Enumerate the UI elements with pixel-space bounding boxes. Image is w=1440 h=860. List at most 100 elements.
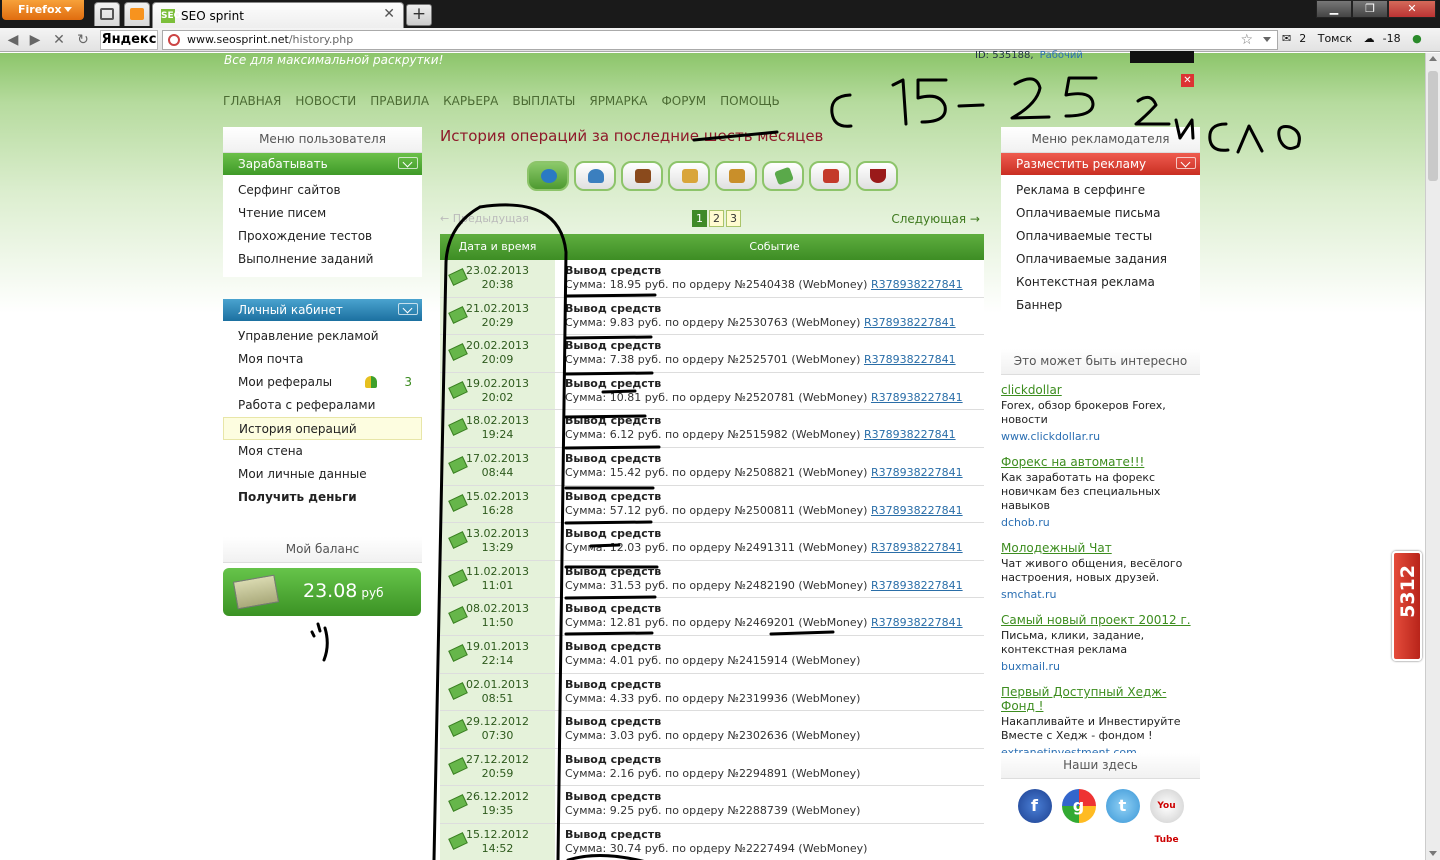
nav-payouts[interactable]: ВЫПЛАТЫ (512, 94, 575, 108)
facebook-icon[interactable]: f (1017, 789, 1052, 823)
page-3[interactable]: 3 (726, 210, 741, 227)
nav-help[interactable]: ПОМОЩЬ (720, 94, 780, 108)
ad-title[interactable]: Форекс на автомате!!! (1001, 455, 1200, 469)
maximize-icon[interactable]: ❐ (1352, 0, 1388, 18)
row-wallet-link[interactable]: R378938227841 (871, 616, 963, 629)
side-counter-widget[interactable]: 5312 (1392, 551, 1422, 661)
ad-url[interactable]: smchat.ru (1001, 588, 1200, 601)
row-wallet-link[interactable]: R378938227841 (871, 391, 963, 404)
menu-item-personal-data[interactable]: Мои личные данные (223, 463, 422, 486)
menu-item-get-money[interactable]: Получить деньги (223, 486, 422, 509)
twitter-icon[interactable]: t (1105, 789, 1140, 823)
next-page-link[interactable]: Следующая → (891, 212, 980, 226)
ad-title[interactable]: Самый новый проект 20012 г. (1001, 613, 1200, 627)
pinned-tab-mail[interactable] (94, 2, 120, 26)
ad-title[interactable]: Первый Доступный Хедж-Фонд ! (1001, 685, 1200, 713)
ad-url[interactable]: buxmail.ru (1001, 660, 1200, 673)
row-wallet-link[interactable]: R378938227841 (871, 541, 963, 554)
pinned-tab-odnoklassniki[interactable] (124, 2, 150, 26)
reload-icon[interactable]: ↻ (74, 31, 92, 49)
menu-item-tasks[interactable]: Выполнение заданий (223, 248, 422, 271)
filter-all[interactable] (527, 161, 569, 191)
minimize-icon[interactable]: ▁ (1316, 0, 1352, 18)
firefox-menu-button[interactable]: Firefox (2, 0, 84, 20)
collapse-icon[interactable] (1176, 157, 1196, 169)
scroll-up-icon[interactable] (1429, 56, 1437, 61)
new-tab-button[interactable]: + (406, 4, 432, 26)
close-window-icon[interactable]: ✕ (1388, 0, 1436, 18)
nav-career[interactable]: КАРЬЕРА (443, 94, 498, 108)
place-ad-header[interactable]: Разместить рекламу (1001, 153, 1200, 175)
row-date: 02.01.2013 (466, 677, 529, 691)
row-wallet-link[interactable]: R378938227841 (864, 353, 956, 366)
page-2[interactable]: 2 (709, 210, 724, 227)
row-datetime: 11.02.2013 11:01 (440, 560, 555, 598)
yandex-search-button[interactable]: Яндекс (100, 30, 158, 50)
row-wallet-link[interactable]: R378938227841 (871, 278, 963, 291)
ad-url[interactable]: dchob.ru (1001, 516, 1200, 529)
nav-home[interactable]: ГЛАВНАЯ (223, 94, 281, 108)
close-ad-icon[interactable]: ✕ (1181, 74, 1194, 87)
youtube-icon[interactable]: You Tube (1149, 789, 1184, 845)
header-banner[interactable] (1130, 51, 1194, 63)
nav-news[interactable]: НОВОСТИ (295, 94, 356, 108)
google-icon[interactable]: g (1061, 789, 1096, 823)
row-wallet-link[interactable]: R378938227841 (864, 428, 956, 441)
menu-item-paid-tasks[interactable]: Оплачиваемые задания (1001, 248, 1200, 271)
nav-fair[interactable]: ЯРМАРКА (589, 94, 647, 108)
menu-item-my-wall[interactable]: Моя стена (223, 440, 422, 463)
nav-forum[interactable]: ФОРУМ (661, 94, 706, 108)
close-tab-icon[interactable]: ✕ (383, 6, 395, 22)
site-identity-icon[interactable] (168, 34, 180, 46)
menu-item-my-mail[interactable]: Моя почта (223, 348, 422, 371)
stop-icon[interactable]: ✕ (50, 31, 68, 49)
collapse-icon[interactable] (398, 157, 418, 169)
scroll-down-icon[interactable] (1429, 851, 1437, 856)
page-scrollbar[interactable] (1425, 53, 1440, 860)
balance-panel[interactable]: 23.08 руб (223, 568, 421, 616)
filter-user[interactable] (574, 161, 616, 191)
ad-title[interactable]: Молодежный Чат (1001, 541, 1200, 555)
menu-item-ad-surfing[interactable]: Реклама в серфинге (1001, 179, 1200, 202)
address-bar[interactable]: www.seosprint.net/history.php ☆ (162, 30, 1278, 50)
menu-item-reading-mail[interactable]: Чтение писем (223, 202, 422, 225)
page-1[interactable]: 1 (692, 210, 707, 227)
city-name[interactable]: Томск (1318, 32, 1352, 45)
bookmark-star-icon[interactable]: ☆ (1240, 31, 1253, 49)
mail-count[interactable]: 2 (1299, 32, 1306, 45)
forward-icon[interactable]: ▶ (26, 31, 44, 49)
row-wallet-link[interactable]: R378938227841 (871, 466, 963, 479)
menu-item-my-referrals[interactable]: Мои рефералы 3 (223, 371, 422, 394)
menu-item-ad-management[interactable]: Управление рекламой (223, 325, 422, 348)
ad-title[interactable]: clickdollar (1001, 383, 1200, 397)
collapse-icon[interactable] (398, 303, 418, 315)
user-status[interactable]: Рабочий (1040, 50, 1083, 61)
row-wallet-link[interactable]: R378938227841 (864, 316, 956, 329)
ad-url[interactable]: www.clickdollar.ru (1001, 430, 1200, 443)
url-dropdown-icon[interactable] (1263, 37, 1271, 42)
mail-icon[interactable]: ✉ (1282, 32, 1291, 45)
back-icon[interactable]: ◀ (4, 31, 22, 49)
scrollbar-thumb[interactable] (1428, 71, 1438, 181)
filter-money[interactable] (762, 161, 804, 191)
filter-document[interactable] (668, 161, 710, 191)
row-wallet-link[interactable]: R378938227841 (871, 579, 963, 592)
menu-item-paid-mail[interactable]: Оплачиваемые письма (1001, 202, 1200, 225)
filter-wallet[interactable] (621, 161, 663, 191)
menu-item-paid-tests[interactable]: Оплачиваемые тесты (1001, 225, 1200, 248)
cabinet-header[interactable]: Личный кабинет (223, 299, 422, 321)
nav-rules[interactable]: ПРАВИЛА (370, 94, 429, 108)
menu-item-banner[interactable]: Баннер (1001, 294, 1200, 317)
row-wallet-link[interactable]: R378938227841 (871, 504, 963, 517)
menu-item-tests[interactable]: Прохождение тестов (223, 225, 422, 248)
menu-item-history[interactable]: История операций (223, 417, 422, 440)
filter-bag[interactable] (715, 161, 757, 191)
filter-tools[interactable] (809, 161, 851, 191)
people-icon (365, 376, 377, 388)
earn-header[interactable]: Зарабатывать (223, 153, 422, 175)
menu-item-surfing[interactable]: Серфинг сайтов (223, 179, 422, 202)
menu-item-context-ad[interactable]: Контекстная реклама (1001, 271, 1200, 294)
menu-item-referral-work[interactable]: Работа с рефералами (223, 394, 422, 417)
active-tab[interactable]: SEO SEO sprint ✕ (152, 2, 404, 28)
filter-glass[interactable] (856, 161, 898, 191)
